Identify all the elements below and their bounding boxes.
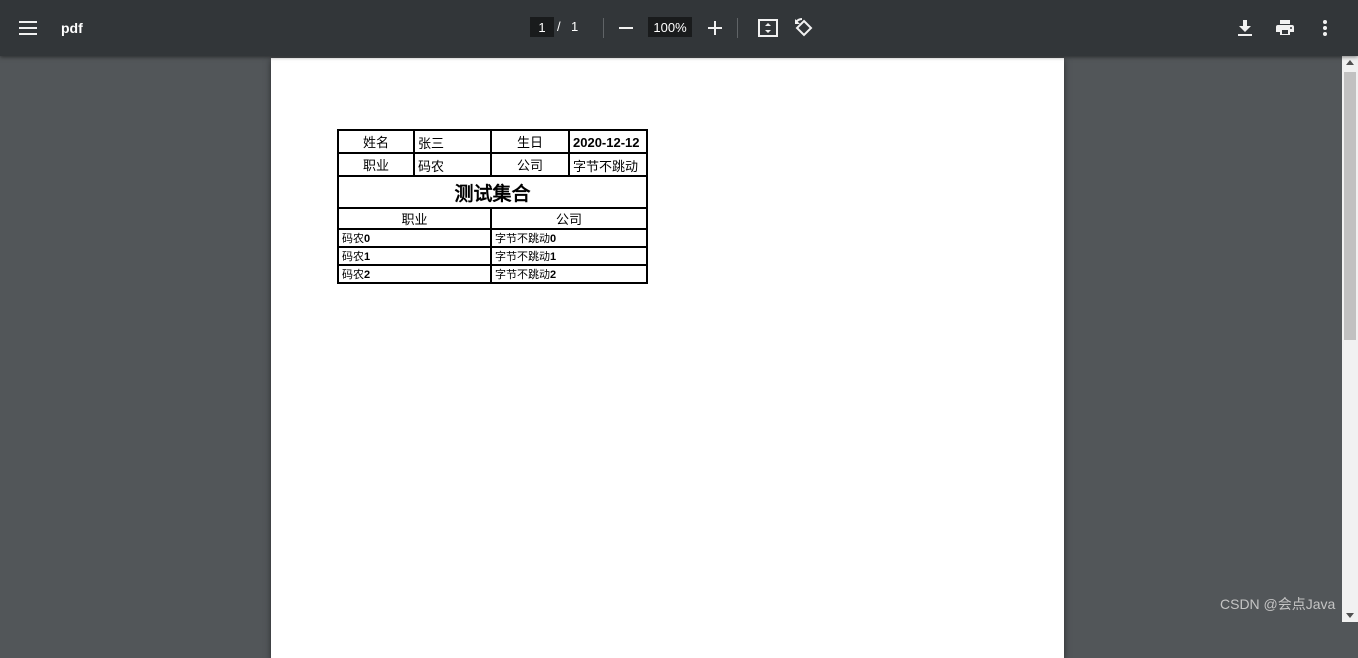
- info-table: 姓名 张三 生日 2020-12-12 职业 码农 公司 字节不跳动 测试集合: [337, 129, 648, 209]
- company-text: 字节不跳动: [495, 250, 550, 263]
- company-text: 字节不跳动: [495, 268, 550, 281]
- rotate-button[interactable]: [788, 12, 820, 44]
- job-text: 码农: [342, 268, 364, 281]
- company-value: 字节不跳动: [568, 152, 648, 177]
- birthday-value: 2020-12-12: [568, 129, 648, 154]
- fit-to-page-button[interactable]: [752, 12, 784, 44]
- company-label: 公司: [490, 152, 570, 177]
- scroll-down-arrow-icon[interactable]: [1346, 613, 1354, 618]
- job-cell: 码农2: [337, 264, 492, 284]
- name-value: 张三: [413, 129, 492, 154]
- table-row: 码农2 字节不跳动2: [337, 264, 648, 284]
- job-index: 2: [364, 269, 371, 281]
- pdf-toolbar: pdf / 1: [0, 0, 1358, 56]
- name-label: 姓名: [337, 129, 415, 154]
- company-cell: 字节不跳动0: [490, 228, 648, 248]
- rotate-counterclockwise-icon: [795, 18, 813, 37]
- page-total: 1: [571, 19, 579, 34]
- document-content: 姓名 张三 生日 2020-12-12 职业 码农 公司 字节不跳动 测试集合: [337, 129, 648, 284]
- page-number-input[interactable]: [530, 17, 554, 37]
- collection-title: 测试集合: [337, 175, 648, 209]
- company-index: 0: [550, 233, 557, 245]
- collection-table: 职业 公司 码农0 字节不跳动0 码农1 字节不跳动1 码农2 字节不跳动2: [337, 207, 648, 284]
- collection-header-row: 职业 公司: [337, 207, 648, 230]
- zoom-in-button[interactable]: [700, 12, 730, 44]
- pdf-page: 姓名 张三 生日 2020-12-12 职业 码农 公司 字节不跳动 测试集合: [271, 58, 1064, 658]
- job-cell: 码农0: [337, 228, 492, 248]
- job-value: 码农: [413, 152, 492, 177]
- page-separator: /: [557, 19, 561, 34]
- toolbar-divider: [603, 18, 604, 38]
- job-index: 1: [364, 251, 371, 263]
- vertical-scrollbar[interactable]: [1342, 56, 1358, 622]
- watermark: CSDN @会点Java: [1220, 596, 1336, 612]
- table-row: 码农1 字节不跳动1: [337, 246, 648, 266]
- minus-icon: [619, 27, 633, 29]
- fit-to-page-icon: [758, 19, 778, 37]
- job-cell: 码农1: [337, 246, 492, 266]
- scroll-up-arrow-icon[interactable]: [1346, 60, 1354, 65]
- download-button[interactable]: [1229, 12, 1261, 44]
- job-label: 职业: [337, 152, 415, 177]
- company-index: 1: [550, 251, 557, 263]
- menu-button[interactable]: [12, 12, 44, 44]
- company-cell: 字节不跳动1: [490, 246, 648, 266]
- table-row: 码农0 字节不跳动0: [337, 228, 648, 248]
- toolbar-divider: [737, 18, 738, 38]
- print-icon: [1276, 20, 1294, 35]
- hamburger-menu-icon: [19, 21, 37, 35]
- birthday-label: 生日: [490, 129, 570, 154]
- job-index: 0: [364, 233, 371, 245]
- print-button[interactable]: [1269, 12, 1301, 44]
- scrollbar-thumb[interactable]: [1344, 72, 1356, 340]
- job-text: 码农: [342, 232, 364, 245]
- download-icon: [1238, 20, 1252, 36]
- company-cell: 字节不跳动2: [490, 264, 648, 284]
- document-title: pdf: [61, 20, 83, 36]
- job-text: 码农: [342, 250, 364, 263]
- company-text: 字节不跳动: [495, 232, 550, 245]
- zoom-out-button[interactable]: [612, 12, 640, 44]
- column-header-company: 公司: [490, 207, 648, 230]
- zoom-level-input[interactable]: [648, 17, 692, 37]
- plus-icon: [708, 21, 722, 35]
- pdf-viewer[interactable]: 姓名 张三 生日 2020-12-12 职业 码农 公司 字节不跳动 测试集合: [0, 56, 1342, 658]
- info-row: 职业 码农 公司 字节不跳动: [337, 152, 648, 177]
- column-header-job: 职业: [337, 207, 492, 230]
- info-row: 姓名 张三 生日 2020-12-12: [337, 129, 648, 154]
- more-actions-button[interactable]: [1309, 12, 1341, 44]
- more-vertical-icon: [1323, 20, 1327, 36]
- company-index: 2: [550, 269, 557, 281]
